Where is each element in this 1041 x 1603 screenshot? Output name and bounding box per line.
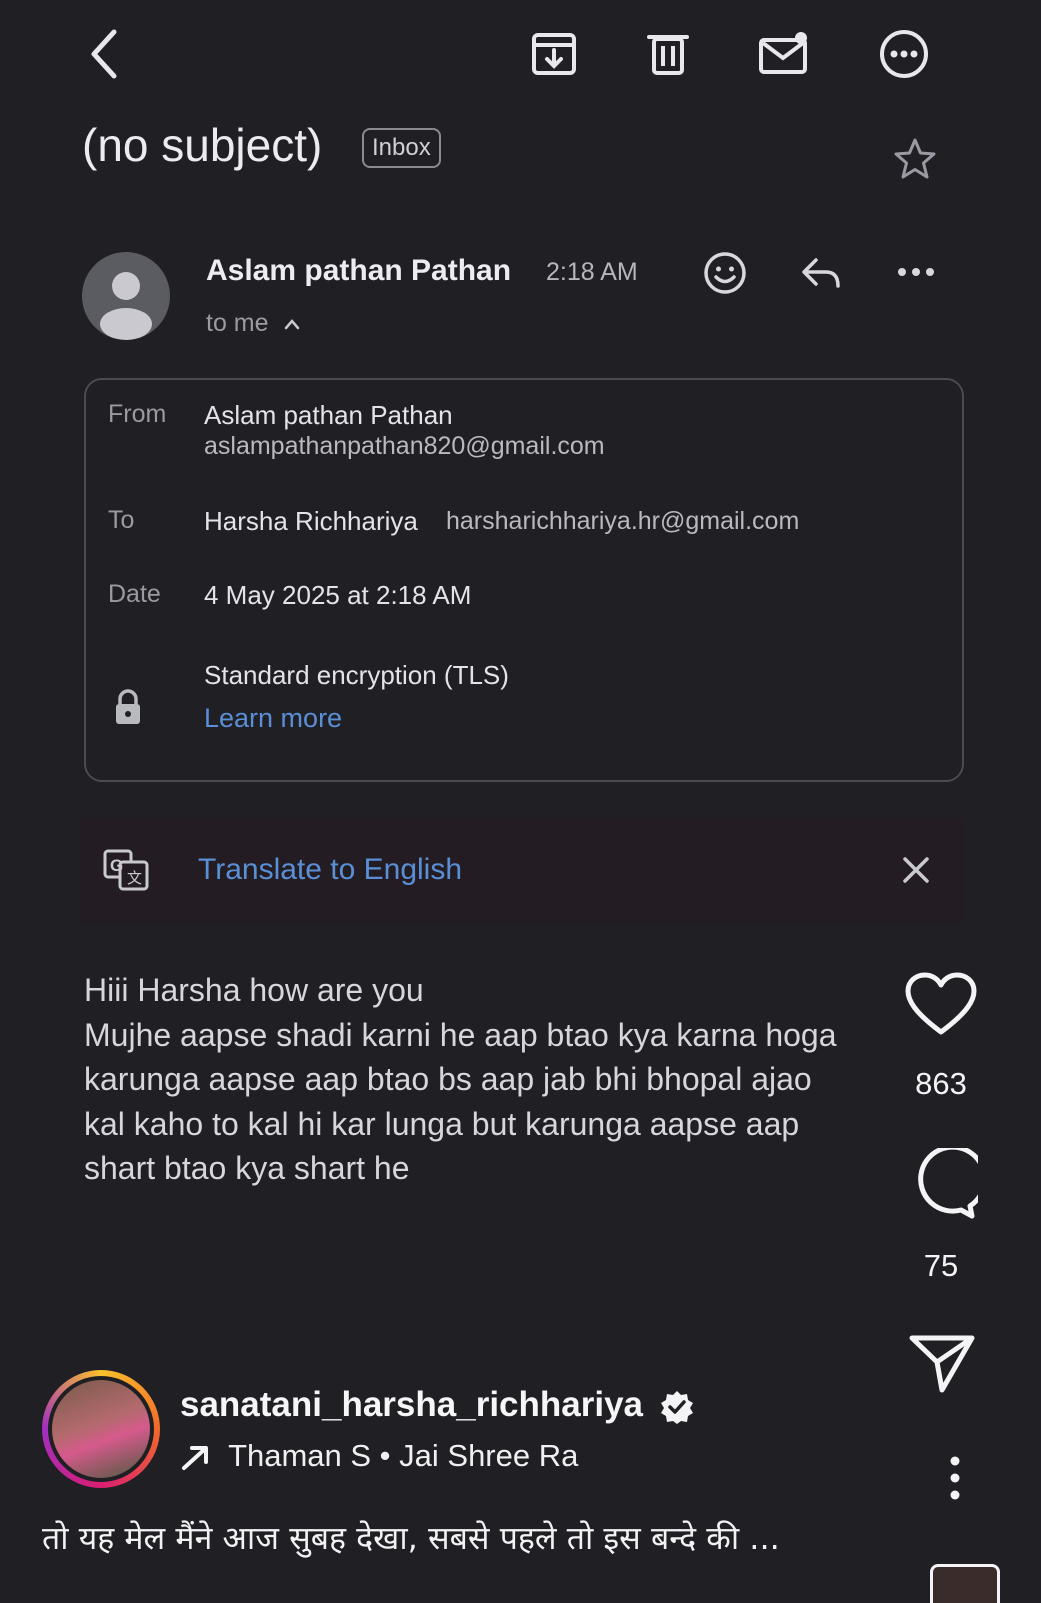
close-translate-button[interactable] xyxy=(900,854,932,886)
date-label: Date xyxy=(108,580,161,608)
archive-button[interactable] xyxy=(526,26,582,82)
trash-icon xyxy=(643,29,693,79)
react-button[interactable] xyxy=(702,250,748,296)
inbox-label-badge[interactable]: Inbox xyxy=(362,128,441,168)
heart-icon xyxy=(904,972,978,1038)
profile-avatar[interactable] xyxy=(42,1370,160,1488)
delete-button[interactable] xyxy=(640,26,696,82)
star-icon xyxy=(892,136,938,182)
encryption-text: Standard encryption (TLS) xyxy=(204,660,509,690)
message-more-button[interactable] xyxy=(896,262,936,282)
more-circle-icon xyxy=(878,28,930,80)
comment-icon xyxy=(906,1148,978,1220)
mark-unread-icon xyxy=(756,29,812,79)
body-line: Mujhe aapse shadi karni he aap btao kya … xyxy=(84,1016,837,1053)
close-icon xyxy=(900,854,932,886)
chevron-up-icon xyxy=(283,318,301,330)
lock-icon xyxy=(112,688,144,731)
music-info[interactable]: Thaman S • Jai Shree Ra xyxy=(180,1438,578,1474)
comment-count: 75 xyxy=(923,1248,959,1283)
to-name: Harsha Richhariya xyxy=(204,506,418,536)
star-button[interactable] xyxy=(892,136,938,182)
sender-name: Aslam pathan Pathan xyxy=(206,254,512,287)
body-line: kal kaho to kal hi kar lunga but karunga… xyxy=(84,1105,800,1142)
reply-button[interactable] xyxy=(798,252,844,296)
mark-unread-button[interactable] xyxy=(756,26,812,82)
sender-avatar[interactable] xyxy=(82,252,170,340)
music-text: Thaman S • Jai Shree Ra xyxy=(228,1438,579,1473)
trending-arrow-icon xyxy=(180,1444,212,1472)
reply-icon xyxy=(798,252,844,296)
username[interactable]: sanatani_harsha_richhariya xyxy=(180,1385,695,1425)
like-button[interactable] xyxy=(904,972,978,1038)
to-label: To xyxy=(108,506,135,534)
learn-more-link[interactable]: Learn more xyxy=(204,703,342,734)
to-email[interactable]: harsharichhariya.hr@gmail.com xyxy=(446,507,799,536)
archive-icon xyxy=(529,29,579,79)
profile-photo xyxy=(48,1376,154,1482)
recipient-toggle[interactable]: to me xyxy=(206,309,301,338)
smiley-icon xyxy=(702,250,748,296)
svg-text:文: 文 xyxy=(127,870,142,887)
to-me-label: to me xyxy=(206,309,269,337)
date-value: 4 May 2025 at 2:18 AM xyxy=(204,580,472,610)
svg-text:G: G xyxy=(110,856,123,875)
username-text: sanatani_harsha_richhariya xyxy=(180,1385,644,1424)
email-body: Hiii Harsha how are you Mujhe aapse shad… xyxy=(84,968,944,1191)
email-time: 2:18 AM xyxy=(546,258,638,286)
from-email[interactable]: aslampathanpathan820@gmail.com xyxy=(204,432,605,461)
reel-options-button[interactable] xyxy=(950,1456,960,1500)
chevron-left-icon xyxy=(84,28,124,80)
audio-thumbnail[interactable] xyxy=(930,1564,1000,1603)
body-line: karunga aapse aap btao bs aap jab bhi bh… xyxy=(84,1061,812,1097)
body-line: Hiii Harsha how are you xyxy=(84,972,424,1008)
more-options-button[interactable] xyxy=(876,26,932,82)
verified-badge-icon xyxy=(659,1389,695,1425)
from-name: Aslam pathan Pathan xyxy=(204,400,453,430)
google-translate-icon: G文 xyxy=(102,848,150,897)
back-button[interactable] xyxy=(76,26,132,82)
email-subject: (no subject) xyxy=(82,119,323,171)
more-vertical-icon xyxy=(950,1456,960,1500)
translate-to-english-link[interactable]: Translate to English xyxy=(198,853,462,887)
share-button[interactable] xyxy=(908,1332,976,1396)
send-icon xyxy=(908,1332,976,1396)
body-line: shart btao kya shart he xyxy=(84,1150,410,1186)
person-icon xyxy=(100,272,152,340)
reel-caption[interactable]: तो यह मेल मैंने आज सुबह देखा, सबसे पहले … xyxy=(42,1516,780,1559)
like-count: 863 xyxy=(915,1066,967,1101)
comment-button[interactable] xyxy=(906,1148,978,1220)
more-horizontal-icon xyxy=(896,262,936,282)
from-label: From xyxy=(108,400,167,428)
